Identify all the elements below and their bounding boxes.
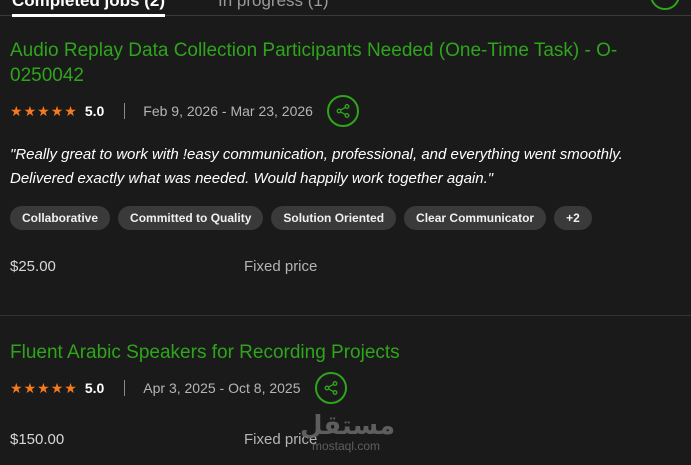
job-price-type: Fixed price [244,258,318,275]
job-meta: ★ ★ ★ ★ ★ 5.0 Apr 3, 2025 - Oct 8, 2025 [10,372,347,404]
star-icon: ★ [23,103,37,119]
mostaql-watermark-logo: مستقل mostaql.com [300,411,396,453]
rating-stars: ★ ★ ★ ★ ★ [10,381,77,395]
skill-badge: Solution Oriented [271,206,397,230]
client-review: "Really great to work with !easy communi… [10,146,623,187]
skill-badge: Clear Communicator [404,206,547,230]
star-icon: ★ [23,380,37,396]
job-tabs: Completed jobs (2) In progress (1) [0,0,691,17]
star-icon: ★ [37,103,50,119]
skill-badge: Collaborative [10,206,111,230]
job-price: $25.00 [10,258,56,275]
watermark-latin: mostaql.com [311,439,381,453]
skill-badge: Committed to Quality [118,206,264,230]
rating-value: 5.0 [84,103,105,119]
job-meta: ★ ★ ★ ★ ★ 5.0 Feb 9, 2026 - Mar 23, 2026 [10,95,359,127]
meta-separator [124,380,126,396]
job-dates: Apr 3, 2025 - Oct 8, 2025 [143,380,301,396]
star-icon: ★ [64,380,77,396]
star-icon: ★ [50,103,64,119]
share-button[interactable] [314,372,347,404]
share-button[interactable] [326,95,359,127]
more-skills-badge[interactable]: +2 [554,206,592,230]
star-icon: ★ [64,103,77,119]
job-title-link[interactable]: Audio Replay Data Collection Participant… [10,38,670,88]
star-icon: ★ [37,380,50,396]
star-icon: ★ [10,380,23,396]
job-dates: Feb 9, 2026 - Mar 23, 2026 [143,103,313,119]
rating-stars: ★ ★ ★ ★ ★ [10,104,77,118]
star-icon: ★ [50,380,64,396]
job-title-link[interactable]: Fluent Arabic Speakers for Recording Pro… [10,340,670,365]
meta-separator [124,103,126,119]
skill-badges: Collaborative Committed to Quality Solut… [10,206,592,230]
tab-in-progress[interactable]: In progress (1) [218,0,329,11]
job-divider [0,315,691,316]
job-price: $150.00 [10,431,65,448]
top-action-button[interactable] [650,0,680,10]
star-icon: ★ [10,103,23,119]
watermark-arabic: مستقل [300,411,396,441]
rating-value: 5.0 [84,380,105,396]
share-icon [324,381,337,395]
share-icon [336,104,350,118]
tab-completed-jobs[interactable]: Completed jobs (2) [12,0,166,17]
